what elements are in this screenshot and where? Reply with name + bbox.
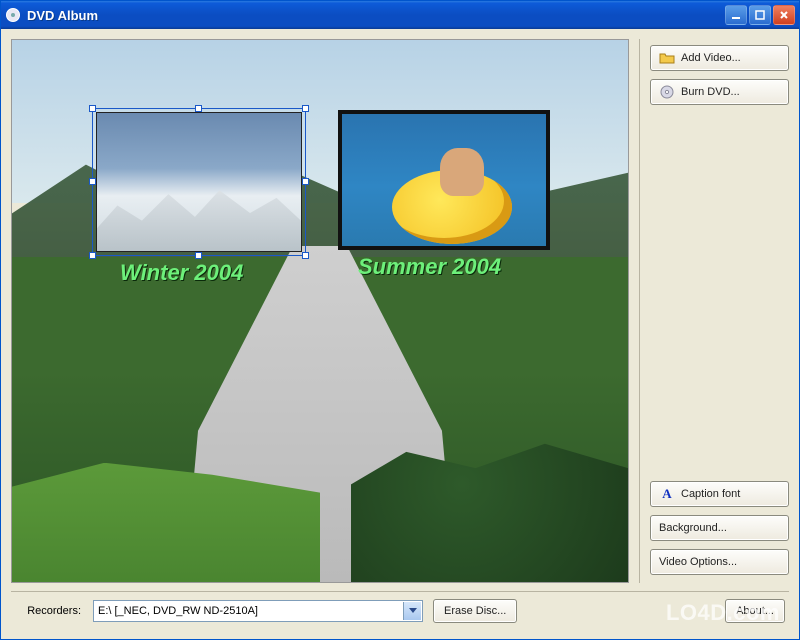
- menu-canvas[interactable]: Winter 2004 Summer 2004: [11, 39, 629, 583]
- erase-disc-button[interactable]: Erase Disc...: [433, 599, 517, 623]
- add-video-label: Add Video...: [681, 52, 741, 64]
- minimize-button[interactable]: [725, 5, 747, 25]
- app-icon: [5, 7, 21, 23]
- background-button[interactable]: Background...: [650, 515, 789, 541]
- maximize-icon: [755, 10, 765, 20]
- video-thumbnail-winter[interactable]: [96, 112, 302, 252]
- window-controls: [725, 5, 795, 25]
- about-label: About...: [736, 605, 774, 617]
- recorders-label: Recorders:: [15, 605, 83, 617]
- font-icon: A: [659, 486, 675, 502]
- video-thumbnail-summer[interactable]: [338, 110, 550, 250]
- recorders-combo[interactable]: E:\ [_NEC, DVD_RW ND-2510A]: [93, 600, 423, 622]
- bottom-bar: Recorders: E:\ [_NEC, DVD_RW ND-2510A] E…: [11, 591, 789, 629]
- burn-dvd-button[interactable]: Burn DVD...: [650, 79, 789, 105]
- background-label: Background...: [659, 522, 727, 534]
- upper-area: Winter 2004 Summer 2004 Add Video... Bur…: [11, 39, 789, 583]
- chevron-down-icon: [403, 602, 421, 620]
- maximize-button[interactable]: [749, 5, 771, 25]
- app-window: DVD Album: [0, 0, 800, 640]
- folder-icon: [659, 50, 675, 66]
- video-options-label: Video Options...: [659, 556, 737, 568]
- video-options-button[interactable]: Video Options...: [650, 549, 789, 575]
- erase-disc-label: Erase Disc...: [444, 605, 506, 617]
- close-icon: [779, 10, 789, 20]
- burn-dvd-label: Burn DVD...: [681, 86, 740, 98]
- recorders-value: E:\ [_NEC, DVD_RW ND-2510A]: [98, 605, 258, 617]
- caption-winter[interactable]: Winter 2004: [120, 260, 243, 286]
- caption-font-button[interactable]: A Caption font: [650, 481, 789, 507]
- about-button[interactable]: About...: [725, 599, 785, 623]
- close-button[interactable]: [773, 5, 795, 25]
- minimize-icon: [731, 10, 741, 20]
- window-title: DVD Album: [27, 8, 725, 23]
- disc-icon: [659, 84, 675, 100]
- side-panel: Add Video... Burn DVD... A Caption font: [639, 39, 789, 583]
- client-area: Winter 2004 Summer 2004 Add Video... Bur…: [1, 29, 799, 639]
- add-video-button[interactable]: Add Video...: [650, 45, 789, 71]
- caption-font-label: Caption font: [681, 488, 740, 500]
- caption-summer[interactable]: Summer 2004: [358, 254, 501, 280]
- titlebar: DVD Album: [1, 1, 799, 29]
